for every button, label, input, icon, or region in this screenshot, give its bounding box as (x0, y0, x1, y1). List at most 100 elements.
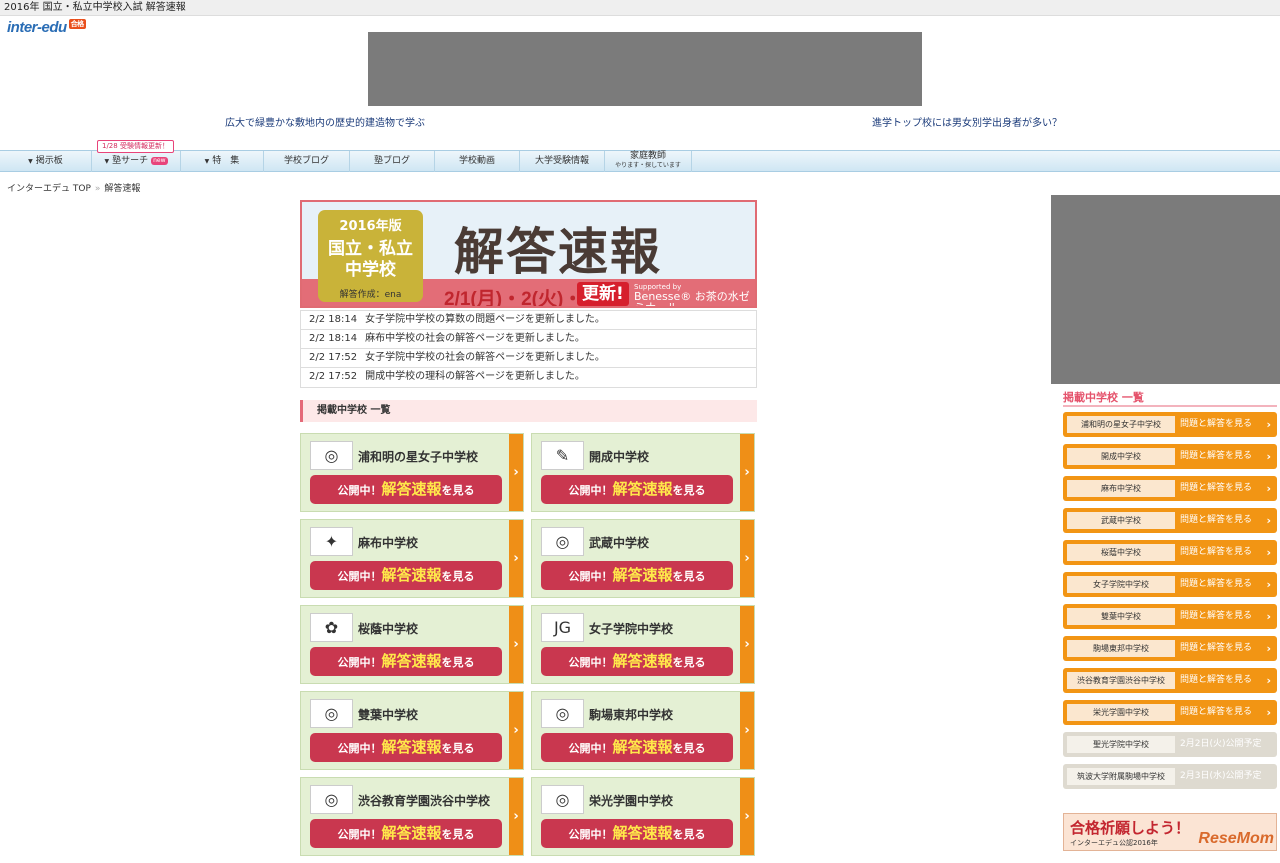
nav-item-tutor[interactable]: 家庭教師 やります・探しています (605, 151, 692, 172)
side-promo-banner[interactable]: 合格祈願しよう！ インターエデュ公認2016年 ReseMom (1063, 813, 1277, 851)
chevron-right-icon[interactable]: › (740, 606, 754, 683)
top-ad-placeholder[interactable] (368, 32, 922, 106)
school-list-heading: 掲載中学校 一覧 (300, 400, 757, 422)
headline-link-right[interactable]: 進学トップ校には男女別学出身者が多い？ (872, 114, 1062, 129)
nav-item-juku-search[interactable]: ▼ 塾サーチ new (92, 151, 181, 172)
school-card[interactable]: JG 女子学院中学校 公開中！解答速報を見る › (531, 605, 755, 684)
side-school-action: 問題と解答を見る (1180, 579, 1253, 589)
side-school-link[interactable]: 開成中学校 問題と解答を見る › (1063, 444, 1277, 469)
chevron-down-icon: ▼ (28, 158, 33, 165)
side-school-action: 問題と解答を見る (1180, 419, 1253, 429)
school-name: 駒場東邦中学校 (589, 708, 674, 722)
side-school-link: 聖光学院中学校 2月2日(火)公開予定 (1063, 732, 1277, 757)
view-answers-button[interactable]: 公開中！解答速報を見る (541, 475, 733, 504)
school-card[interactable]: ◎ 駒場東邦中学校公開中！解答速報を見る › (531, 691, 755, 770)
side-school-link[interactable]: 女子学院中学校 問題と解答を見る › (1063, 572, 1277, 597)
nav-item-university[interactable]: 大学受験情報 (520, 151, 605, 172)
nav-callout: 1/28 受験情報更新！ (97, 140, 174, 153)
chevron-right-icon[interactable]: › (740, 434, 754, 511)
breadcrumb: インターエデュ TOP» 解答速報 (7, 181, 140, 194)
school-name: 開成中学校 (589, 450, 650, 464)
school-card[interactable]: ◎ 雙葉中学校 公開中！解答速報を見る › (300, 691, 524, 770)
school-card[interactable]: ✎ 開成中学校 公開中！解答速報を見る › (531, 433, 755, 512)
seal-icon: ◎ (541, 699, 584, 728)
chevron-right-icon: › (1266, 514, 1271, 527)
side-school-link[interactable]: 麻布中学校 問題と解答を見る › (1063, 476, 1277, 501)
sakura-icon: ✿ (310, 613, 353, 642)
nav-item-features[interactable]: ▼ 特 集 (181, 151, 264, 172)
side-school-name: 開成中学校 (1067, 448, 1175, 465)
seal-icon: ◎ (310, 441, 353, 470)
chevron-right-icon: › (1266, 674, 1271, 687)
news-row[interactable]: 2/2 18:14 女子学院中学校の算数の問題ページを更新しました。 (301, 311, 756, 330)
chevron-right-icon[interactable]: › (509, 606, 523, 683)
view-answers-button[interactable]: 公開中！解答速報を見る (541, 819, 733, 848)
side-school-link[interactable]: 栄光学園中学校 問題と解答を見る › (1063, 700, 1277, 725)
news-row[interactable]: 2/2 17:52 女子学院中学校の社会の解答ページを更新しました。 (301, 349, 756, 368)
side-school-link[interactable]: 渋谷教育学園渋谷中学校 問題と解答を見る › (1063, 668, 1277, 693)
school-card[interactable]: ◎ 渋谷教育学園渋谷中学校 公開中！解答速報を見る › (300, 777, 524, 856)
headline-link-left[interactable]: 広大で緑豊かな敷地内の歴史的建造物で学ぶ (225, 114, 425, 129)
breadcrumb-separator: » (94, 184, 101, 194)
side-school-action: 問題と解答を見る (1180, 483, 1253, 493)
side-school-link[interactable]: 浦和明の星女子中学校 問題と解答を見る › (1063, 412, 1277, 437)
chevron-down-icon: ▼ (204, 158, 210, 165)
new-badge: new (151, 156, 168, 165)
chevron-right-icon[interactable]: › (509, 778, 523, 855)
school-name: 女子学院中学校 (589, 622, 674, 636)
side-school-action: 問題と解答を見る (1180, 707, 1253, 717)
seal-icon: ◎ (541, 785, 584, 814)
side-school-action: 問題と解答を見る (1180, 451, 1253, 461)
chevron-right-icon[interactable]: › (509, 434, 523, 511)
side-school-action: 問題と解答を見る (1180, 643, 1253, 653)
main-nav: ▼ 掲示板 ▼ 塾サーチ new ▼ 特 集 学校ブログ 塾ブログ 学校動画 大学受験情… (0, 150, 1280, 172)
school-card[interactable]: ✦ 麻布中学校 公開中！解答速報を見る › (300, 519, 524, 598)
chevron-right-icon: › (1266, 546, 1271, 559)
view-answers-button[interactable]: 公開中！解答速報を見る (541, 733, 733, 762)
view-answers-button[interactable]: 公開中！解答速報を見る (541, 561, 733, 590)
school-card[interactable]: ✿ 桜蔭中学校公開中！解答速報を見る › (300, 605, 524, 684)
news-row[interactable]: 2/2 18:14 麻布中学校の社会の解答ページを更新しました。 (301, 330, 756, 349)
side-school-name: 雙葉中学校 (1067, 608, 1175, 625)
side-school-name: 駒場東邦中学校 (1067, 640, 1175, 657)
side-school-link[interactable]: 駒場東邦中学校 問題と解答を見る › (1063, 636, 1277, 661)
answer-flash-banner: 2016年版 国立・私立 中学校 解答作成：ena 解答速報 2/1(月)・2(… (300, 200, 757, 308)
view-answers-button[interactable]: 公開中！解答速報を見る (310, 475, 502, 504)
side-school-action: 問題と解答を見る (1180, 611, 1253, 621)
side-school-link[interactable]: 桜蔭中学校 問題と解答を見る › (1063, 540, 1277, 565)
nav-item-juku-blog[interactable]: 塾ブログ (350, 151, 435, 172)
watermark: ReseMom (1198, 830, 1274, 847)
view-answers-button[interactable]: 公開中！解答速報を見る (541, 647, 733, 676)
side-school-link[interactable]: 雙葉中学校 問題と解答を見る › (1063, 604, 1277, 629)
chevron-right-icon[interactable]: › (740, 520, 754, 597)
view-answers-button[interactable]: 公開中！解答速報を見る (310, 561, 502, 590)
side-school-action: 問題と解答を見る (1180, 675, 1253, 685)
news-row[interactable]: 2/2 17:52 開成中学校の理科の解答ページを更新しました。 (301, 368, 756, 387)
nav-item-school-video[interactable]: 学校動画 (435, 151, 520, 172)
side-list-heading: 掲載中学校 一覧 (1063, 391, 1144, 404)
school-card[interactable]: ◎ 浦和明の星女子中学校 公開中！解答速報を見る › (300, 433, 524, 512)
view-answers-button[interactable]: 公開中！解答速報を見る (310, 819, 502, 848)
view-answers-button[interactable]: 公開中！解答速報を見る (310, 733, 502, 762)
side-ad-placeholder[interactable] (1051, 195, 1280, 384)
nav-item-school-blog[interactable]: 学校ブログ (264, 151, 350, 172)
chevron-right-icon: › (1266, 450, 1271, 463)
breadcrumb-home[interactable]: インターエデュ TOP (7, 184, 91, 194)
site-logo[interactable]: inter-edu 合格 (7, 19, 86, 36)
side-list-divider (1063, 405, 1277, 407)
view-answers-button[interactable]: 公開中！解答速報を見る (310, 647, 502, 676)
chevron-right-icon: › (1266, 578, 1271, 591)
school-card[interactable]: ◎ 武蔵中学校 公開中！解答速報を見る › (531, 519, 755, 598)
side-school-name: 桜蔭中学校 (1067, 544, 1175, 561)
chevron-right-icon[interactable]: › (740, 692, 754, 769)
seal-icon: ◎ (541, 527, 584, 556)
nav-item-bbs[interactable]: ▼ 掲示板 (0, 151, 92, 172)
side-school-link: 筑波大学附属駒場中学校 2月3日(水)公開予定 (1063, 764, 1277, 789)
chevron-right-icon[interactable]: › (509, 520, 523, 597)
school-card[interactable]: ◎ 栄光学園中学校 公開中！解答速報を見る › (531, 777, 755, 856)
chevron-right-icon[interactable]: › (509, 692, 523, 769)
star-icon: ✦ (310, 527, 353, 556)
chevron-right-icon[interactable]: › (740, 778, 754, 855)
school-name: 桜蔭中学校 (358, 622, 419, 636)
side-school-link[interactable]: 武蔵中学校 問題と解答を見る › (1063, 508, 1277, 533)
